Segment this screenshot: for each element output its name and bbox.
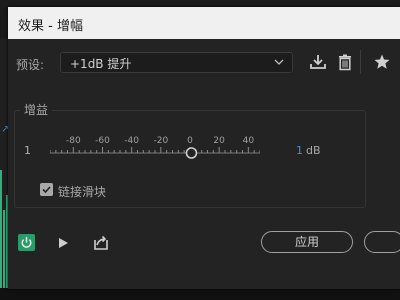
link-sliders-checkbox[interactable]	[40, 183, 53, 196]
gain-value[interactable]: 1	[296, 144, 303, 157]
chevron-down-icon	[274, 59, 284, 65]
gain-slider[interactable]	[50, 140, 260, 160]
gain-unit: dB	[306, 144, 321, 157]
favorite-button[interactable]	[373, 53, 391, 71]
title-bar[interactable]: 效果 - 增幅	[8, 7, 400, 39]
channel-number: 1	[24, 144, 31, 157]
preset-value: +1dB 提升	[70, 57, 132, 71]
power-icon	[21, 237, 32, 248]
play-icon[interactable]	[56, 236, 70, 250]
download-icon	[310, 55, 326, 69]
save-preset-button[interactable]	[309, 53, 327, 71]
slider-ticks	[50, 147, 260, 153]
gain-group-label: 增益	[20, 101, 53, 118]
slider-thumb[interactable]	[185, 147, 198, 159]
window-title: 效果 - 增幅	[18, 19, 83, 34]
export-icon[interactable]	[92, 234, 110, 251]
star-icon	[374, 54, 390, 69]
preset-label: 预设:	[16, 58, 45, 72]
preset-dropdown[interactable]: +1dB 提升	[60, 52, 293, 73]
delete-preset-button[interactable]	[336, 53, 354, 71]
close-button[interactable]	[364, 231, 400, 253]
link-sliders-label: 链接滑块	[58, 185, 107, 199]
apply-button[interactable]: 应用	[261, 231, 353, 253]
background-app-bottom	[0, 288, 400, 300]
trash-icon	[339, 54, 351, 71]
toolbar-divider	[360, 50, 361, 74]
checkmark-icon	[42, 186, 51, 194]
power-toggle-button[interactable]	[18, 234, 35, 251]
